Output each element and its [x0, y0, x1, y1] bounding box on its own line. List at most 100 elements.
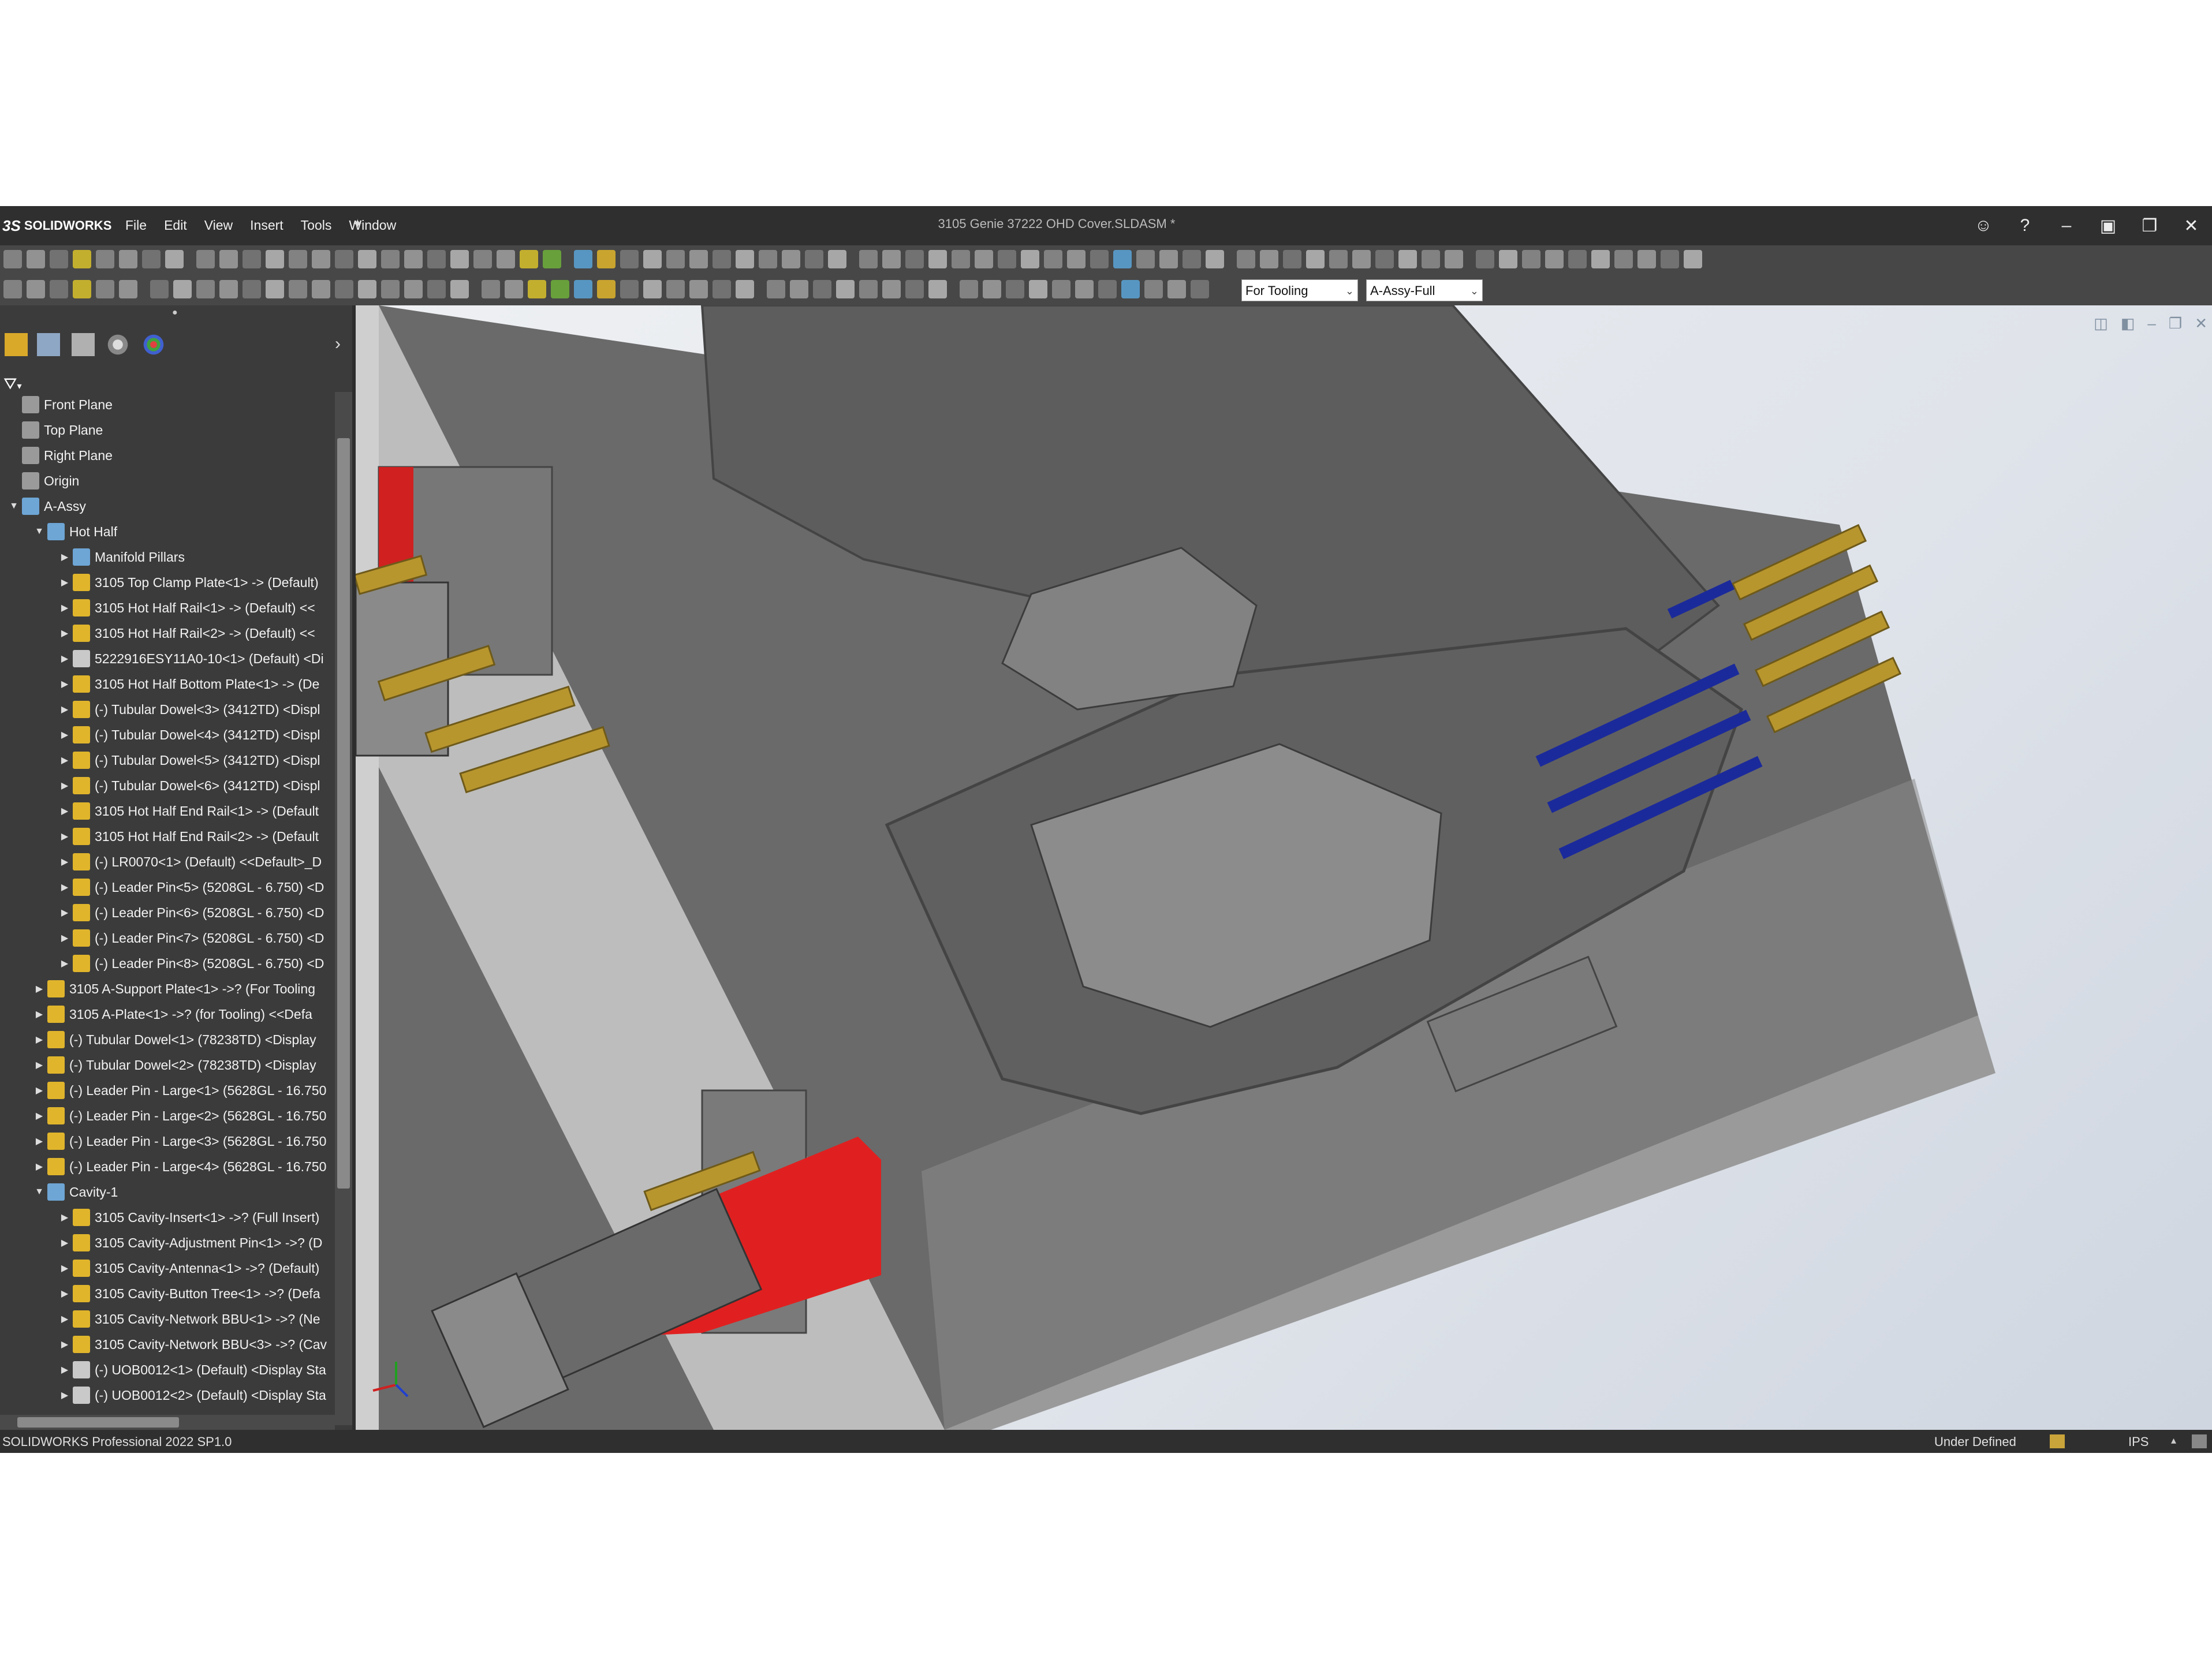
tree-item[interactable]: ▶ (-) Tubular Dowel<1> (78238TD) <Display	[0, 1027, 335, 1052]
tree-item[interactable]: ▶ (-) Tubular Dowel<5> (3412TD) <Displ	[0, 748, 335, 773]
toolbar-command-icon[interactable]	[1522, 250, 1540, 268]
toolbar-command-icon[interactable]	[666, 280, 685, 298]
feature-manager-tab-icon[interactable]	[5, 333, 28, 356]
toolbar-command-icon[interactable]	[882, 280, 901, 298]
menu-view[interactable]: View	[203, 215, 234, 236]
property-manager-tab-icon[interactable]	[37, 333, 60, 356]
toolbar-command-icon[interactable]	[404, 250, 423, 268]
toolbar-command-icon[interactable]	[1159, 250, 1178, 268]
maximize-button[interactable]: ❐	[2129, 206, 2170, 245]
tree-item[interactable]: ▶ (-) Leader Pin - Large<2> (5628GL - 16.…	[0, 1103, 335, 1129]
tree-item[interactable]: ▶ (-) UOB0012<2> (Default) <Display Sta	[0, 1383, 335, 1408]
configuration-manager-tab-icon[interactable]	[72, 333, 95, 356]
toolbar-command-icon[interactable]	[574, 250, 592, 268]
tree-item[interactable]: ▼ Cavity-1	[0, 1179, 335, 1205]
toolbar-command-icon[interactable]	[50, 280, 68, 298]
user-icon[interactable]: ☺	[1963, 206, 2004, 245]
toolbar-command-icon[interactable]	[1283, 250, 1301, 268]
toolbar-command-icon[interactable]	[713, 250, 731, 268]
toolbar-command-icon[interactable]	[358, 280, 376, 298]
tree-item[interactable]: ▶ 3105 Cavity-Network BBU<3> ->? (Cav	[0, 1332, 335, 1357]
tree-item[interactable]: ▶ (-) Leader Pin - Large<3> (5628GL - 16.…	[0, 1129, 335, 1154]
tree-item[interactable]: ▶ (-) Leader Pin<8> (5208GL - 6.750) <D	[0, 951, 335, 976]
toolbar-command-icon[interactable]	[782, 250, 800, 268]
toolbar-command-icon[interactable]	[119, 280, 137, 298]
display-manager-tab-icon[interactable]	[142, 333, 165, 356]
toolbar-command-icon[interactable]	[736, 280, 754, 298]
expand-arrow-icon[interactable]: ▶	[59, 1262, 70, 1274]
collapse-arrow-icon[interactable]: ▼	[8, 501, 20, 511]
toolbar-command-icon[interactable]	[142, 250, 161, 268]
filter-icon[interactable]: ⛛▾	[3, 375, 22, 394]
toolbar-command-icon[interactable]	[335, 250, 353, 268]
toolbar-command-icon[interactable]	[358, 250, 376, 268]
toolbar-command-icon[interactable]	[736, 250, 754, 268]
toolbar-command-icon[interactable]	[266, 250, 284, 268]
expand-arrow-icon[interactable]: ▶	[59, 932, 70, 944]
toolbar-command-icon[interactable]	[643, 280, 662, 298]
toolbar-command-icon[interactable]	[597, 280, 616, 298]
dimxpert-tab-icon[interactable]	[106, 333, 129, 356]
toolbar-command-icon[interactable]	[643, 250, 662, 268]
expand-arrow-icon[interactable]: ▶	[33, 1161, 45, 1172]
toolbar-command-icon[interactable]	[219, 280, 238, 298]
tree-item[interactable]: Origin	[0, 468, 335, 494]
toolbar-command-icon[interactable]	[150, 280, 169, 298]
toolbar-command-icon[interactable]	[1375, 250, 1394, 268]
toolbar-command-icon[interactable]	[427, 250, 446, 268]
tree-item[interactable]: ▶ 3105 Hot Half End Rail<2> -> (Default	[0, 824, 335, 849]
toolbar-command-icon[interactable]	[1352, 250, 1371, 268]
toolbar-command-icon[interactable]	[173, 280, 192, 298]
display-state-combo[interactable]: A-Assy-Full ⌄	[1366, 279, 1483, 301]
toolbar-command-icon[interactable]	[3, 250, 22, 268]
toolbar-command-icon[interactable]	[196, 280, 215, 298]
expand-arrow-icon[interactable]: ▶	[33, 1034, 45, 1045]
toolbar-command-icon[interactable]	[196, 250, 215, 268]
toolbar-command-icon[interactable]	[1661, 250, 1679, 268]
toolbar-command-icon[interactable]	[1329, 250, 1348, 268]
toolbar-command-icon[interactable]	[1260, 250, 1278, 268]
toolbar-command-icon[interactable]	[1052, 280, 1070, 298]
toolbar-command-icon[interactable]	[1006, 280, 1024, 298]
expand-arrow-icon[interactable]: ▶	[59, 653, 70, 664]
toolbar-command-icon[interactable]	[666, 250, 685, 268]
menu-edit[interactable]: Edit	[163, 215, 188, 236]
toolbar-command-icon[interactable]	[952, 250, 970, 268]
tree-item[interactable]: ▶ (-) Tubular Dowel<6> (3412TD) <Displ	[0, 773, 335, 798]
tree-item[interactable]: ▶ 3105 Cavity-Antenna<1> ->? (Default)	[0, 1256, 335, 1281]
tree-item[interactable]: Right Plane	[0, 443, 335, 468]
restore-window-button[interactable]: ▣	[2087, 206, 2129, 245]
expand-arrow-icon[interactable]: ▶	[59, 602, 70, 614]
toolbar-command-icon[interactable]	[505, 280, 523, 298]
tree-item[interactable]: ▶ (-) Leader Pin - Large<4> (5628GL - 16.…	[0, 1154, 335, 1179]
help-icon[interactable]: ?	[2004, 206, 2046, 245]
toolbar-command-icon[interactable]	[1121, 280, 1140, 298]
toolbar-command-icon[interactable]	[805, 250, 823, 268]
expand-arrow-icon[interactable]: ▶	[59, 704, 70, 715]
collapse-arrow-icon[interactable]: ▼	[33, 526, 45, 537]
toolbar-command-icon[interactable]	[482, 280, 500, 298]
tree-item[interactable]: Front Plane	[0, 392, 335, 417]
toolbar-command-icon[interactable]	[859, 250, 878, 268]
toolbar-command-icon[interactable]	[473, 250, 492, 268]
toolbar-command-icon[interactable]	[219, 250, 238, 268]
toolbar-command-icon[interactable]	[404, 280, 423, 298]
expand-arrow-icon[interactable]: ▶	[59, 1212, 70, 1223]
tree-item[interactable]: ▶ 3105 Top Clamp Plate<1> -> (Default)	[0, 570, 335, 595]
toolbar-command-icon[interactable]	[1167, 280, 1186, 298]
toolbar-command-icon[interactable]	[243, 250, 261, 268]
tree-item[interactable]: ▶ 3105 Cavity-Button Tree<1> ->? (Defa	[0, 1281, 335, 1306]
expand-arrow-icon[interactable]: ▶	[59, 577, 70, 588]
tree-vertical-scrollbar[interactable]	[335, 392, 352, 1425]
tree-item[interactable]: ▼ Hot Half	[0, 519, 335, 544]
toolbar-command-icon[interactable]	[1021, 250, 1039, 268]
mold-assembly-model[interactable]	[356, 305, 2212, 1430]
toolbar-command-icon[interactable]	[759, 250, 777, 268]
toolbar-command-icon[interactable]	[1614, 250, 1633, 268]
tree-item[interactable]: ▶ (-) LR0070<1> (Default) <<Default>_D	[0, 849, 335, 875]
tree-item[interactable]: ▶ (-) Tubular Dowel<2> (78238TD) <Display	[0, 1052, 335, 1078]
split-vertical-icon[interactable]: ◧	[2121, 315, 2135, 332]
expand-arrow-icon[interactable]: ▶	[59, 678, 70, 690]
expand-arrow-icon[interactable]: ▶	[59, 729, 70, 741]
customize-icon[interactable]: ▴	[2171, 1434, 2186, 1448]
